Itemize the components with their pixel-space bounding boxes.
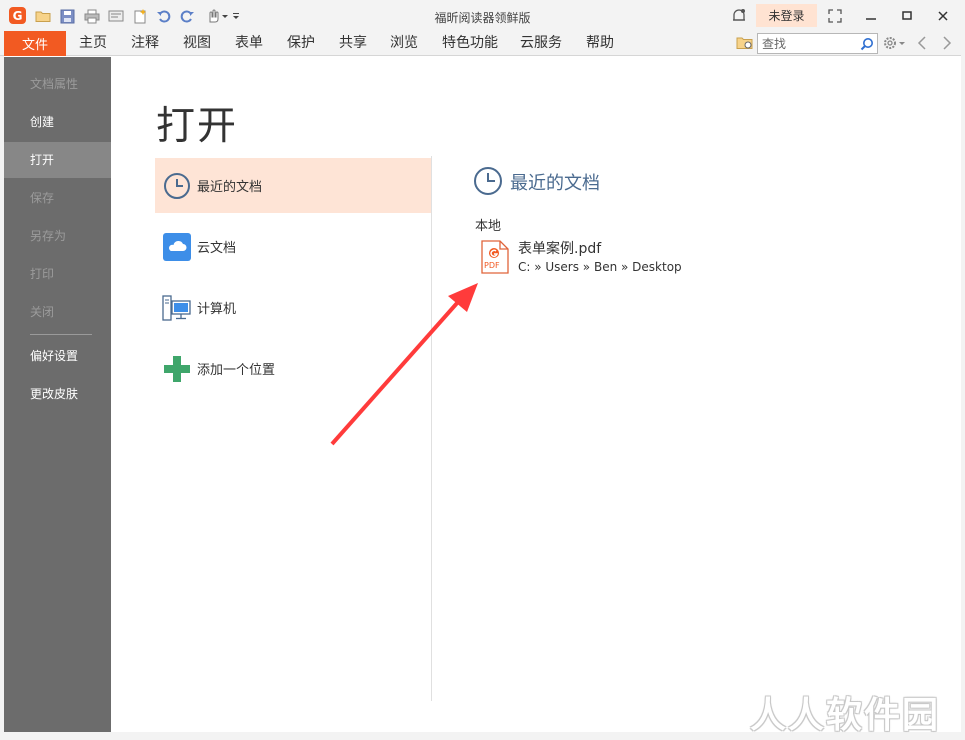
close-icon[interactable] (932, 6, 954, 26)
sidebar-item-open[interactable]: 打开 (4, 142, 111, 178)
cloud-icon (162, 232, 192, 262)
menu-cloud-services[interactable]: 云服务 (520, 31, 562, 56)
login-button[interactable]: 未登录 (756, 4, 817, 27)
location-label: 计算机 (197, 302, 237, 317)
location-label: 最近的文档 (197, 180, 263, 195)
new-document-icon[interactable] (131, 7, 149, 25)
menu-comment[interactable]: 注释 (131, 31, 159, 56)
fullscreen-icon[interactable] (824, 6, 846, 26)
menu-help[interactable]: 帮助 (586, 31, 614, 56)
title-bar: G 福昕阅读器领鲜版 未登录 (0, 0, 965, 31)
computer-icon (162, 293, 192, 323)
sidebar-item-create[interactable]: 创建 (4, 104, 111, 140)
menu-protect[interactable]: 保护 (287, 31, 315, 56)
folder-search-icon[interactable] (734, 33, 756, 53)
open-panel: 打开 最近的文档 云文档 计算机 添加一个位置 最近的文档 本地 PDF 表单案… (111, 57, 961, 732)
location-recent-documents[interactable]: 最近的文档 (155, 158, 431, 213)
minimize-icon[interactable] (860, 6, 882, 26)
backstage-sidebar: 文档属性 创建 打开 保存 另存为 打印 关闭 偏好设置 更改皮肤 (4, 57, 111, 732)
sidebar-item-save: 保存 (30, 191, 55, 205)
menu-browse[interactable]: 浏览 (390, 31, 418, 56)
location-label: 添加一个位置 (197, 363, 276, 378)
print-icon[interactable] (83, 7, 101, 25)
recent-file-path: C: » Users » Ben » Desktop (518, 260, 682, 274)
sidebar-item-change-skin[interactable]: 更改皮肤 (4, 376, 111, 412)
app-logo-icon[interactable]: G (9, 7, 26, 24)
toolbar-dropdown-icon[interactable] (231, 7, 241, 25)
recent-file-name[interactable]: 表单案例.pdf (518, 238, 601, 258)
save-icon[interactable] (58, 7, 76, 25)
previous-icon[interactable] (911, 33, 933, 53)
location-label: 云文档 (197, 241, 237, 256)
menu-features[interactable]: 特色功能 (442, 31, 498, 56)
watermark-text: 人人软件园 (750, 695, 941, 736)
customize-toolbar-icon[interactable] (220, 7, 230, 25)
hand-tool-icon[interactable] (203, 7, 221, 25)
notification-bell-icon[interactable] (728, 6, 750, 26)
sidebar-item-document-properties: 文档属性 (30, 77, 79, 91)
sidebar-item-close: 关闭 (30, 305, 55, 319)
next-icon[interactable] (936, 33, 958, 53)
menu-home[interactable]: 主页 (79, 31, 107, 56)
properties-icon[interactable] (107, 7, 125, 25)
sidebar-item-print: 打印 (30, 267, 55, 281)
pdf-file-icon: PDF (481, 240, 509, 274)
menu-bar: 文件 主页 注释 视图 表单 保护 共享 浏览 特色功能 云服务 帮助 (0, 31, 965, 56)
recent-file-item[interactable]: PDF 表单案例.pdf C: » Users » Ben » Desktop (481, 237, 741, 277)
pdf-badge: PDF (484, 261, 500, 270)
recent-heading-clock-icon (473, 165, 503, 197)
settings-dropdown-icon[interactable] (896, 33, 908, 53)
window-frame-left (0, 56, 4, 740)
sidebar-divider (30, 334, 92, 335)
search-icon[interactable] (858, 35, 875, 52)
search-box (757, 33, 878, 54)
window-frame-right (961, 31, 965, 740)
search-input[interactable] (762, 35, 858, 52)
page-title: 打开 (156, 104, 239, 149)
sidebar-item-save-as: 另存为 (30, 229, 67, 243)
location-cloud-documents[interactable]: 云文档 (155, 219, 431, 274)
plus-icon (162, 354, 192, 384)
sidebar-item-preferences[interactable]: 偏好设置 (4, 338, 111, 374)
menu-view[interactable]: 视图 (183, 31, 211, 56)
restore-icon[interactable] (896, 6, 918, 26)
menu-share[interactable]: 共享 (339, 31, 367, 56)
location-add-place[interactable]: 添加一个位置 (155, 341, 431, 396)
menu-file[interactable]: 文件 (4, 31, 66, 56)
open-folder-icon[interactable] (34, 7, 52, 25)
menu-form[interactable]: 表单 (235, 31, 263, 56)
recent-documents-heading: 最近的文档 (510, 173, 600, 194)
undo-icon[interactable] (155, 7, 173, 25)
local-group-label: 本地 (475, 219, 502, 234)
location-computer[interactable]: 计算机 (155, 280, 431, 335)
redo-icon[interactable] (178, 7, 196, 25)
clock-icon (162, 171, 192, 201)
column-divider (431, 156, 432, 701)
